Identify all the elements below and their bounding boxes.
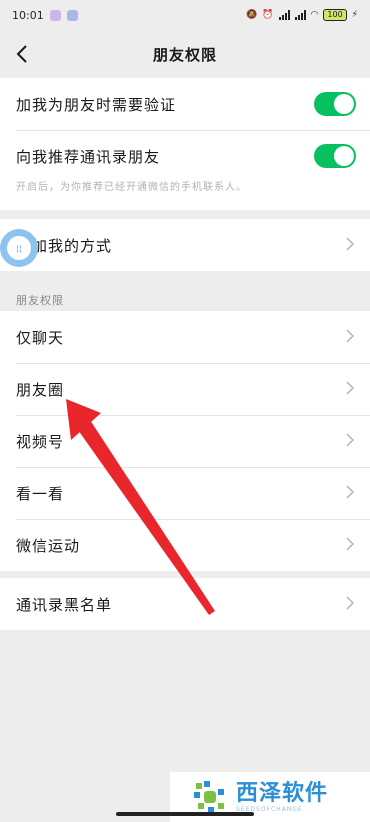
permission-label: 仅聊天 xyxy=(16,328,65,347)
setting-label-verify: 加我为朋友时需要验证 xyxy=(16,95,177,114)
shield-notification-icon xyxy=(66,9,78,21)
permission-label: 朋友圈 xyxy=(16,380,65,399)
chevron-right-icon xyxy=(346,237,354,251)
screen: 10:01 🔕 ⏰ ◠ 100 ⚡ 朋友权限 加我为朋友时需要验证 向我推荐通讯… xyxy=(0,0,370,822)
alarm-icon: ⏰ xyxy=(262,10,274,20)
home-indicator[interactable] xyxy=(116,812,254,816)
toggle-knob xyxy=(334,146,354,166)
battery-icon: 100 xyxy=(323,9,347,21)
wifi-icon: ◠ xyxy=(310,10,319,20)
signal-icon xyxy=(278,10,290,20)
setting-row-recommend-contacts[interactable]: 向我推荐通讯录朋友 xyxy=(0,130,370,182)
signal-icon-2 xyxy=(294,10,306,20)
chevron-right-icon xyxy=(346,329,354,343)
permission-row-chat-only[interactable]: 仅聊天 xyxy=(0,311,370,363)
chevron-right-icon xyxy=(346,537,354,551)
add-method-row[interactable]: 添加我的方式 xyxy=(0,219,370,271)
mute-icon: 🔕 xyxy=(246,10,258,20)
page-title: 朋友权限 xyxy=(152,45,217,64)
watermark-text: 西泽软件 SEEDSOFCHANGE xyxy=(236,780,329,813)
chevron-right-icon xyxy=(346,381,354,395)
verify-toggle[interactable] xyxy=(314,92,356,116)
add-method-group: 添加我的方式 xyxy=(0,219,370,271)
recommend-contacts-toggle[interactable] xyxy=(314,144,356,168)
blacklist-group: 通讯录黑名单 xyxy=(0,578,370,630)
permission-row-werun[interactable]: 微信运动 xyxy=(0,519,370,571)
permission-label: 微信运动 xyxy=(16,536,81,555)
setting-label-recommend: 向我推荐通讯录朋友 xyxy=(16,147,161,166)
permissions-group: 仅聊天 朋友圈 视频号 看一看 微信运动 xyxy=(0,311,370,571)
permission-label: 看一看 xyxy=(16,484,65,503)
permissions-section-header: 朋友权限 xyxy=(16,294,64,307)
chevron-right-icon xyxy=(346,596,354,610)
status-left: 10:01 xyxy=(12,9,78,22)
back-button[interactable] xyxy=(12,42,32,66)
watermark-logo-icon xyxy=(194,781,224,813)
verify-settings-group: 加我为朋友时需要验证 向我推荐通讯录朋友 开启后，为你推荐已经开通微信的手机联系… xyxy=(0,78,370,210)
status-right: 🔕 ⏰ ◠ 100 ⚡ xyxy=(246,9,358,21)
watermark-title: 西泽软件 xyxy=(236,780,329,806)
permission-row-top-stories[interactable]: 看一看 xyxy=(0,467,370,519)
chevron-right-icon xyxy=(346,433,354,447)
chevron-left-icon xyxy=(16,45,27,63)
assistant-icon: ¦¦ xyxy=(7,236,31,260)
permission-row-moments[interactable]: 朋友圈 xyxy=(0,363,370,415)
charging-icon: ⚡ xyxy=(351,10,358,20)
setting-row-verify[interactable]: 加我为朋友时需要验证 xyxy=(0,78,370,130)
status-time: 10:01 xyxy=(12,8,44,22)
permission-label: 视频号 xyxy=(16,432,65,451)
status-bar: 10:01 🔕 ⏰ ◠ 100 ⚡ xyxy=(0,0,370,30)
floating-assistant-ball[interactable]: ¦¦ xyxy=(0,229,38,267)
app-notification-icon xyxy=(49,9,61,21)
chevron-right-icon xyxy=(346,485,354,499)
toggle-knob xyxy=(334,94,354,114)
nav-bar: 朋友权限 xyxy=(0,30,370,78)
permission-row-channels[interactable]: 视频号 xyxy=(0,415,370,467)
blacklist-label: 通讯录黑名单 xyxy=(16,595,113,614)
blacklist-row[interactable]: 通讯录黑名单 xyxy=(0,578,370,630)
